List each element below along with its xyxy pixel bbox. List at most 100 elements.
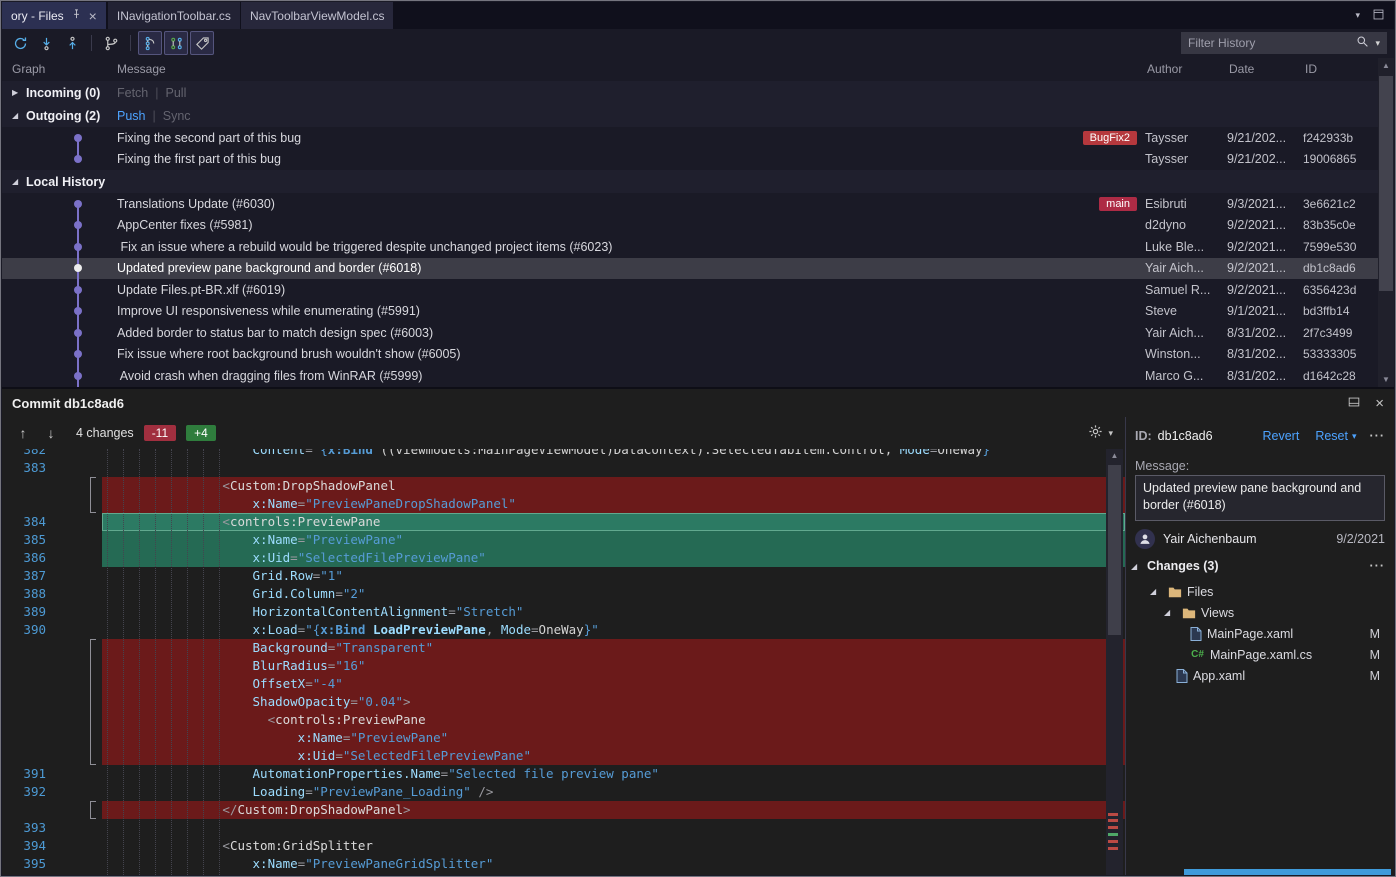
close-pane-icon[interactable]: × [1375, 395, 1384, 412]
commit-row[interactable]: Improve UI responsiveness while enumerat… [2, 301, 1378, 323]
code-scrollbar[interactable]: ▲ [1106, 449, 1123, 875]
tree-item-mainpage-xaml[interactable]: MainPage.xamlM [1126, 623, 1394, 644]
scrollbar-thumb[interactable] [1108, 465, 1121, 635]
diff-line: 391 AutomationProperties.Name="Selected … [2, 765, 1125, 783]
diff-line: 385 x:Name="PreviewPane" [2, 531, 1125, 549]
commit-row[interactable]: Fixing the first part of this bugTaysser… [2, 149, 1378, 171]
history-group-row[interactable]: ▶Incoming (0)Fetch|Pull [2, 81, 1378, 104]
expanded-triangle-icon[interactable]: ◢ [12, 111, 25, 120]
commit-dot [74, 243, 82, 251]
message-cell: AppCenter fixes (#5981) [107, 218, 1145, 232]
column-header-author[interactable]: Author [1145, 62, 1227, 76]
line-content: <Custom:DropShadowPanel [102, 477, 1125, 495]
xaml-file-icon [1190, 627, 1202, 641]
commit-row[interactable]: Update Files.pt-BR.xlf (#6019)Samuel R..… [2, 279, 1378, 301]
close-tab-icon[interactable]: × [89, 9, 97, 23]
branches-icon[interactable] [99, 31, 123, 55]
commit-message-box[interactable]: Updated preview pane background and bord… [1135, 475, 1385, 521]
tree-item-files[interactable]: ◢Files [1126, 581, 1394, 602]
commit-row[interactable]: Fix an issue where a rebuild would be tr… [2, 236, 1378, 258]
commit-row[interactable]: Avoid crash when dragging files from Win… [2, 365, 1378, 387]
scroll-down-icon[interactable]: ▼ [1378, 375, 1394, 384]
more-options-button[interactable]: ··· [1370, 429, 1386, 443]
tab-history-files[interactable]: ory - Files × [2, 2, 106, 29]
commit-row[interactable]: Updated preview pane background and bord… [2, 258, 1378, 280]
pin-icon[interactable] [71, 8, 82, 23]
collapsed-triangle-icon[interactable]: ▶ [12, 88, 25, 97]
column-header-date[interactable]: Date [1227, 62, 1303, 76]
commit-dot [74, 350, 82, 358]
line-number: 389 [2, 603, 60, 621]
expanded-triangle-icon[interactable]: ◢ [1164, 608, 1177, 617]
deletions-badge: -11 [144, 425, 176, 441]
show-commit-columns-icon[interactable] [164, 31, 188, 55]
commit-id: 6356423d [1303, 283, 1378, 297]
graph-cell [2, 236, 107, 258]
diff-code-view[interactable]: 382 Content="{x:Bind ((viewmodels:MainPa… [2, 449, 1125, 875]
tree-item-mainpage-xaml-cs[interactable]: C#MainPage.xaml.csM [1126, 644, 1394, 665]
settings-gear-icon[interactable] [1088, 424, 1103, 442]
tree-item-app-xaml[interactable]: App.xamlM [1126, 665, 1394, 686]
commit-message: Translations Update (#6030) [117, 197, 1091, 211]
line-content: Grid.Row="1" [102, 567, 1125, 585]
column-header-graph[interactable]: Graph [2, 62, 107, 76]
refresh-icon[interactable] [8, 31, 32, 55]
scrollbar-thumb[interactable] [1379, 76, 1393, 291]
chevron-down-icon[interactable]: ▾ [1355, 10, 1360, 21]
column-header-id[interactable]: ID [1303, 62, 1378, 76]
expanded-triangle-icon[interactable]: ◢ [1131, 562, 1144, 571]
line-number: 386 [2, 549, 60, 567]
history-group-row[interactable]: ◢Local History [2, 170, 1378, 193]
commit-row[interactable]: Translations Update (#6030)mainEsibruti9… [2, 193, 1378, 215]
search-icon[interactable] [1356, 35, 1369, 51]
line-content: Content="{x:Bind ((viewmodels:MainPageVi… [102, 449, 1125, 459]
commit-author: Marco G... [1145, 369, 1227, 383]
history-scrollbar[interactable]: ▲ ▼ [1378, 58, 1394, 387]
changes-header-row[interactable]: ◢ Changes (3) ··· [1131, 559, 1385, 573]
commit-row[interactable]: Fix issue where root background brush wo… [2, 344, 1378, 366]
expanded-triangle-icon[interactable]: ◢ [12, 177, 25, 186]
commit-row[interactable]: AppCenter fixes (#5981)d2dyno9/2/2021...… [2, 215, 1378, 237]
more-options-button[interactable]: ··· [1370, 559, 1386, 573]
show-graph-column-icon[interactable] [138, 31, 162, 55]
graph-cell [2, 279, 107, 301]
chevron-down-icon[interactable]: ▾ [1375, 38, 1380, 49]
horizontal-scrollbar-thumb[interactable] [1184, 869, 1391, 875]
line-number: 387 [2, 567, 60, 585]
scroll-up-icon[interactable]: ▲ [1106, 451, 1123, 460]
expanded-triangle-icon[interactable]: ◢ [1150, 587, 1163, 596]
incoming-commits-icon[interactable] [34, 31, 58, 55]
column-header-message[interactable]: Message [107, 62, 1145, 76]
scroll-up-icon[interactable]: ▲ [1378, 61, 1394, 70]
history-group-row[interactable]: ◢Outgoing (2)Push|Sync [2, 104, 1378, 127]
commit-row[interactable]: Added border to status bar to match desi… [2, 322, 1378, 344]
tab-inavigationtoolbar[interactable]: INavigationToolbar.cs [108, 2, 240, 29]
line-number [2, 729, 60, 747]
graph-cell [2, 215, 107, 237]
commit-row[interactable]: Fixing the second part of this bugBugFix… [2, 127, 1378, 149]
commit-date: 9/2/2021... [1227, 261, 1303, 275]
tree-item-views[interactable]: ◢Views [1126, 602, 1394, 623]
chevron-down-icon[interactable]: ▾ [1108, 428, 1113, 439]
revert-link[interactable]: Revert [1262, 429, 1299, 443]
commit-date: 9/3/2021... [1227, 197, 1303, 211]
dock-pane-icon[interactable] [1347, 395, 1361, 412]
push-link[interactable]: Push [117, 109, 146, 123]
deletion-mark [1108, 847, 1118, 850]
line-number: 392 [2, 783, 60, 801]
show-tags-icon[interactable] [190, 31, 214, 55]
window-options-icon[interactable] [1372, 8, 1385, 24]
diff-line: 386 x:Uid="SelectedFilePreviewPane" [2, 549, 1125, 567]
reset-link[interactable]: Reset [1315, 429, 1348, 443]
tab-navtoolbarviewmodel[interactable]: NavToolbarViewModel.cs [241, 2, 394, 29]
message-cell: Update Files.pt-BR.xlf (#6019) [107, 283, 1145, 297]
next-change-button[interactable]: ↓ [42, 425, 60, 441]
chevron-down-icon[interactable]: ▾ [1352, 431, 1357, 442]
graph-cell [2, 127, 107, 149]
diff-line: 389 HorizontalContentAlignment="Stretch" [2, 603, 1125, 621]
previous-change-button[interactable]: ↑ [14, 425, 32, 441]
line-content: x:Name="PreviewPane" [102, 531, 1125, 549]
diff-line: 384 <controls:PreviewPane [2, 513, 1125, 531]
filter-history-input[interactable] [1188, 36, 1350, 50]
outgoing-commits-icon[interactable] [60, 31, 84, 55]
